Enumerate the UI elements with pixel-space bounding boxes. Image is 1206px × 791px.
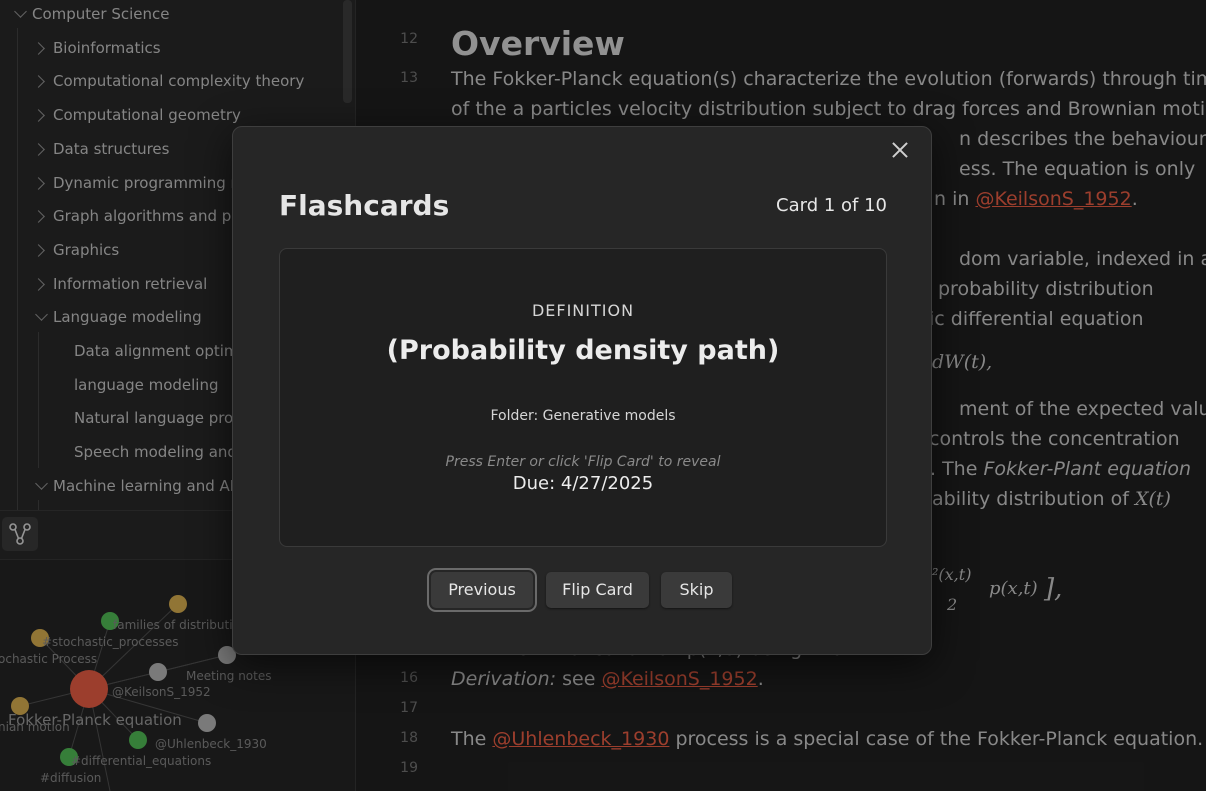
flip-card-button[interactable]: Flip Card xyxy=(546,572,649,608)
card-hint: Press Enter or click 'Flip Card' to reve… xyxy=(445,454,721,470)
flashcards-modal: Flashcards Card 1 of 10 DEFINITION (Prob… xyxy=(232,126,932,655)
previous-button[interactable]: Previous xyxy=(431,572,533,608)
close-icon[interactable] xyxy=(889,139,911,161)
card-term: (Probability density path) xyxy=(386,335,780,366)
card-folder: Folder: Generative models xyxy=(490,408,676,424)
card-type-label: DEFINITION xyxy=(531,301,635,320)
flashcard[interactable]: DEFINITION (Probability density path) Fo… xyxy=(279,248,887,547)
card-counter: Card 1 of 10 xyxy=(776,195,887,216)
skip-button[interactable]: Skip xyxy=(661,572,732,608)
modal-title: Flashcards xyxy=(279,189,450,222)
card-due-date: Due: 4/27/2025 xyxy=(512,473,654,494)
